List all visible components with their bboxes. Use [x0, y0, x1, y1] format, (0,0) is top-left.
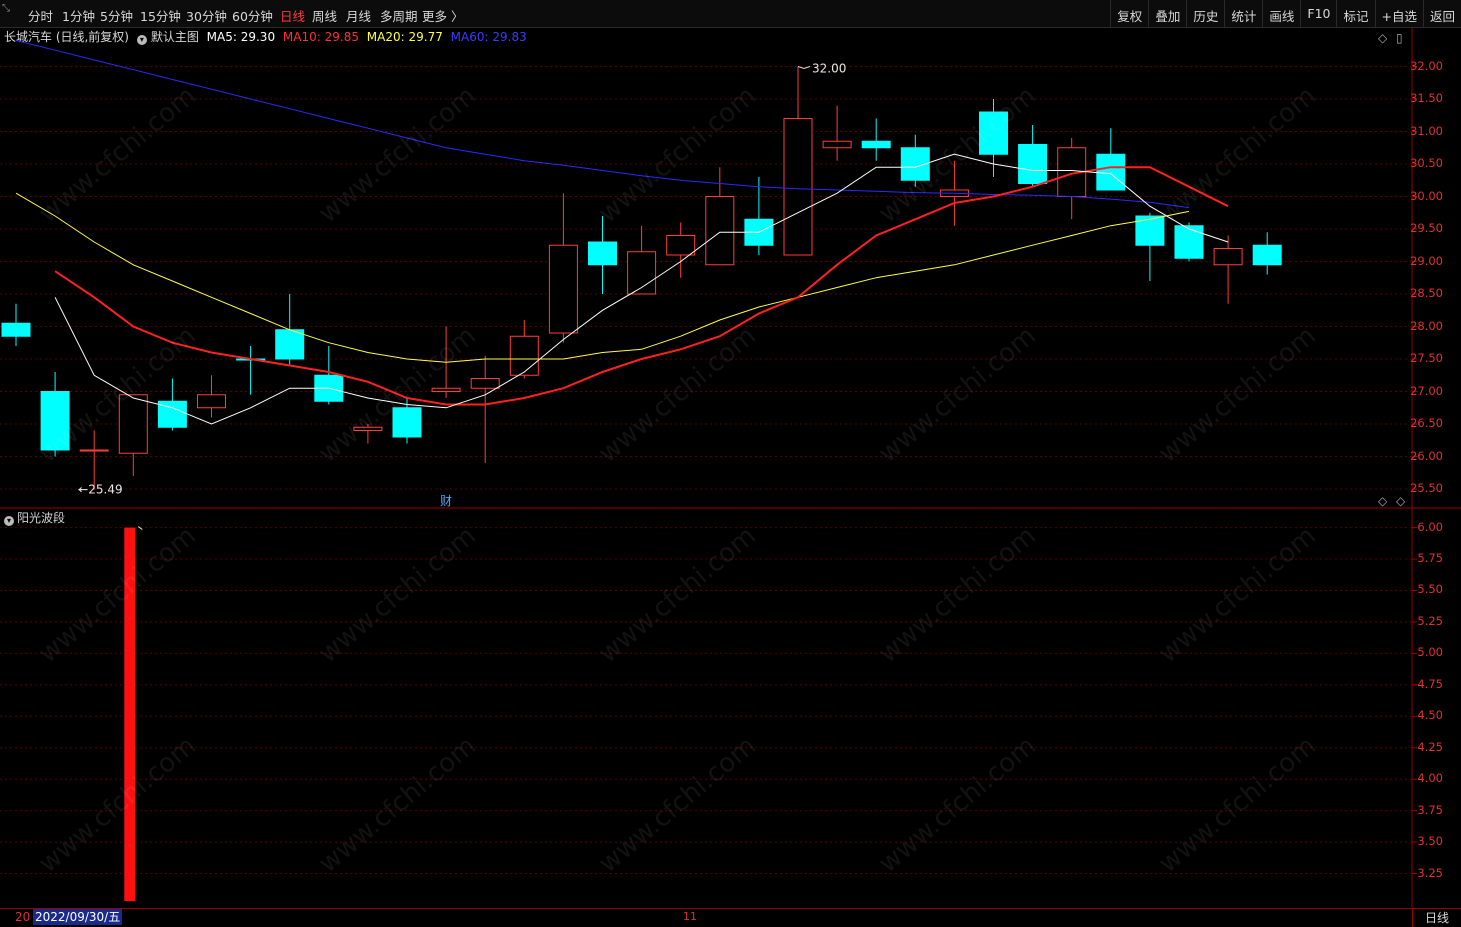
- price-axis-label: 28.00: [1410, 318, 1443, 333]
- candle-up: [822, 140, 852, 149]
- date-axis: [0, 908, 1412, 927]
- candle-up: [79, 449, 109, 452]
- candle-up: [197, 394, 226, 409]
- price-axis-label: 32.00: [1410, 58, 1443, 73]
- period-indicator[interactable]: 日线: [1412, 908, 1461, 927]
- diamond-icon: ◇: [1396, 494, 1406, 508]
- indicator-axis-label: 4.00: [1417, 771, 1443, 786]
- candle-up: [509, 335, 539, 376]
- price-axis-label: 27.00: [1410, 383, 1443, 398]
- candle-up: [548, 244, 578, 334]
- indicator-axis-label: 6.00: [1417, 519, 1443, 534]
- low-label: ←25.49: [78, 483, 122, 497]
- finance-marker: 财: [440, 494, 452, 508]
- candle-down: [979, 111, 1008, 155]
- indicator-axis-label: 4.75: [1417, 676, 1443, 691]
- candle-down: [1174, 225, 1204, 259]
- indicator-bar: [124, 527, 136, 901]
- price-axis-label: 30.50: [1410, 156, 1443, 170]
- candle-down: [588, 241, 617, 266]
- indicator-axis-label: 5.75: [1417, 551, 1443, 566]
- candle-up: [118, 394, 148, 454]
- candle-down: [861, 140, 891, 149]
- candle-up: [431, 387, 461, 392]
- candle-down: [40, 391, 70, 451]
- kline-chart[interactable]: 32.00 ←25.49 财 ◇ ▯ ◇ ◇: [0, 0, 1461, 926]
- indicator-axis-label: 4.50: [1417, 708, 1443, 723]
- price-axis-label: 31.00: [1410, 123, 1443, 138]
- price-axis-label: 27.50: [1410, 351, 1443, 365]
- indicator-axis-label: 3.50: [1417, 834, 1443, 849]
- candle-down: [1252, 244, 1282, 266]
- candle-up: [783, 118, 813, 256]
- candle-up: [1213, 248, 1243, 266]
- candle-up: [666, 235, 696, 256]
- candle-up: [470, 378, 500, 389]
- indicator-axis-label: 3.25: [1417, 865, 1443, 880]
- ma60-line: [15, 40, 1190, 209]
- indicator-axis-label: 5.50: [1417, 582, 1443, 597]
- candle-down: [1135, 215, 1165, 246]
- candle-down: [1, 322, 31, 337]
- price-axis-label: 25.50: [1410, 481, 1443, 495]
- price-axis-label: 26.50: [1410, 416, 1443, 430]
- price-axis-label: 28.50: [1410, 286, 1443, 300]
- month-tick: 11: [683, 910, 697, 923]
- price-axis-label: 30.00: [1410, 188, 1443, 203]
- candle-down: [1096, 153, 1126, 191]
- high-label: 32.00: [812, 62, 846, 76]
- indicator-axis-label: 5.00: [1417, 645, 1443, 660]
- candle-up: [705, 196, 735, 266]
- candle-down: [392, 407, 422, 438]
- window-icon: ▯: [1396, 31, 1403, 45]
- price-axis-label: 31.50: [1410, 91, 1443, 105]
- diamond-icon: ◇: [1378, 494, 1388, 508]
- indicator-axis-label: 5.25: [1417, 613, 1443, 628]
- cursor-date: 2022/09/30/五: [33, 909, 123, 925]
- candle-down: [275, 329, 305, 360]
- indicator-axis-label: 3.75: [1417, 802, 1443, 817]
- indicator-axis-label: 4.25: [1417, 739, 1443, 754]
- candle-up: [353, 426, 383, 431]
- price-axis-label: 29.50: [1410, 221, 1443, 235]
- price-axis-label: 29.00: [1410, 253, 1443, 268]
- diamond-icon: ◇: [1378, 31, 1388, 45]
- high-marker: [797, 66, 811, 70]
- price-axis-label: 26.00: [1410, 448, 1443, 463]
- date-prefix: 20: [15, 910, 31, 924]
- candle-down: [1018, 144, 1048, 184]
